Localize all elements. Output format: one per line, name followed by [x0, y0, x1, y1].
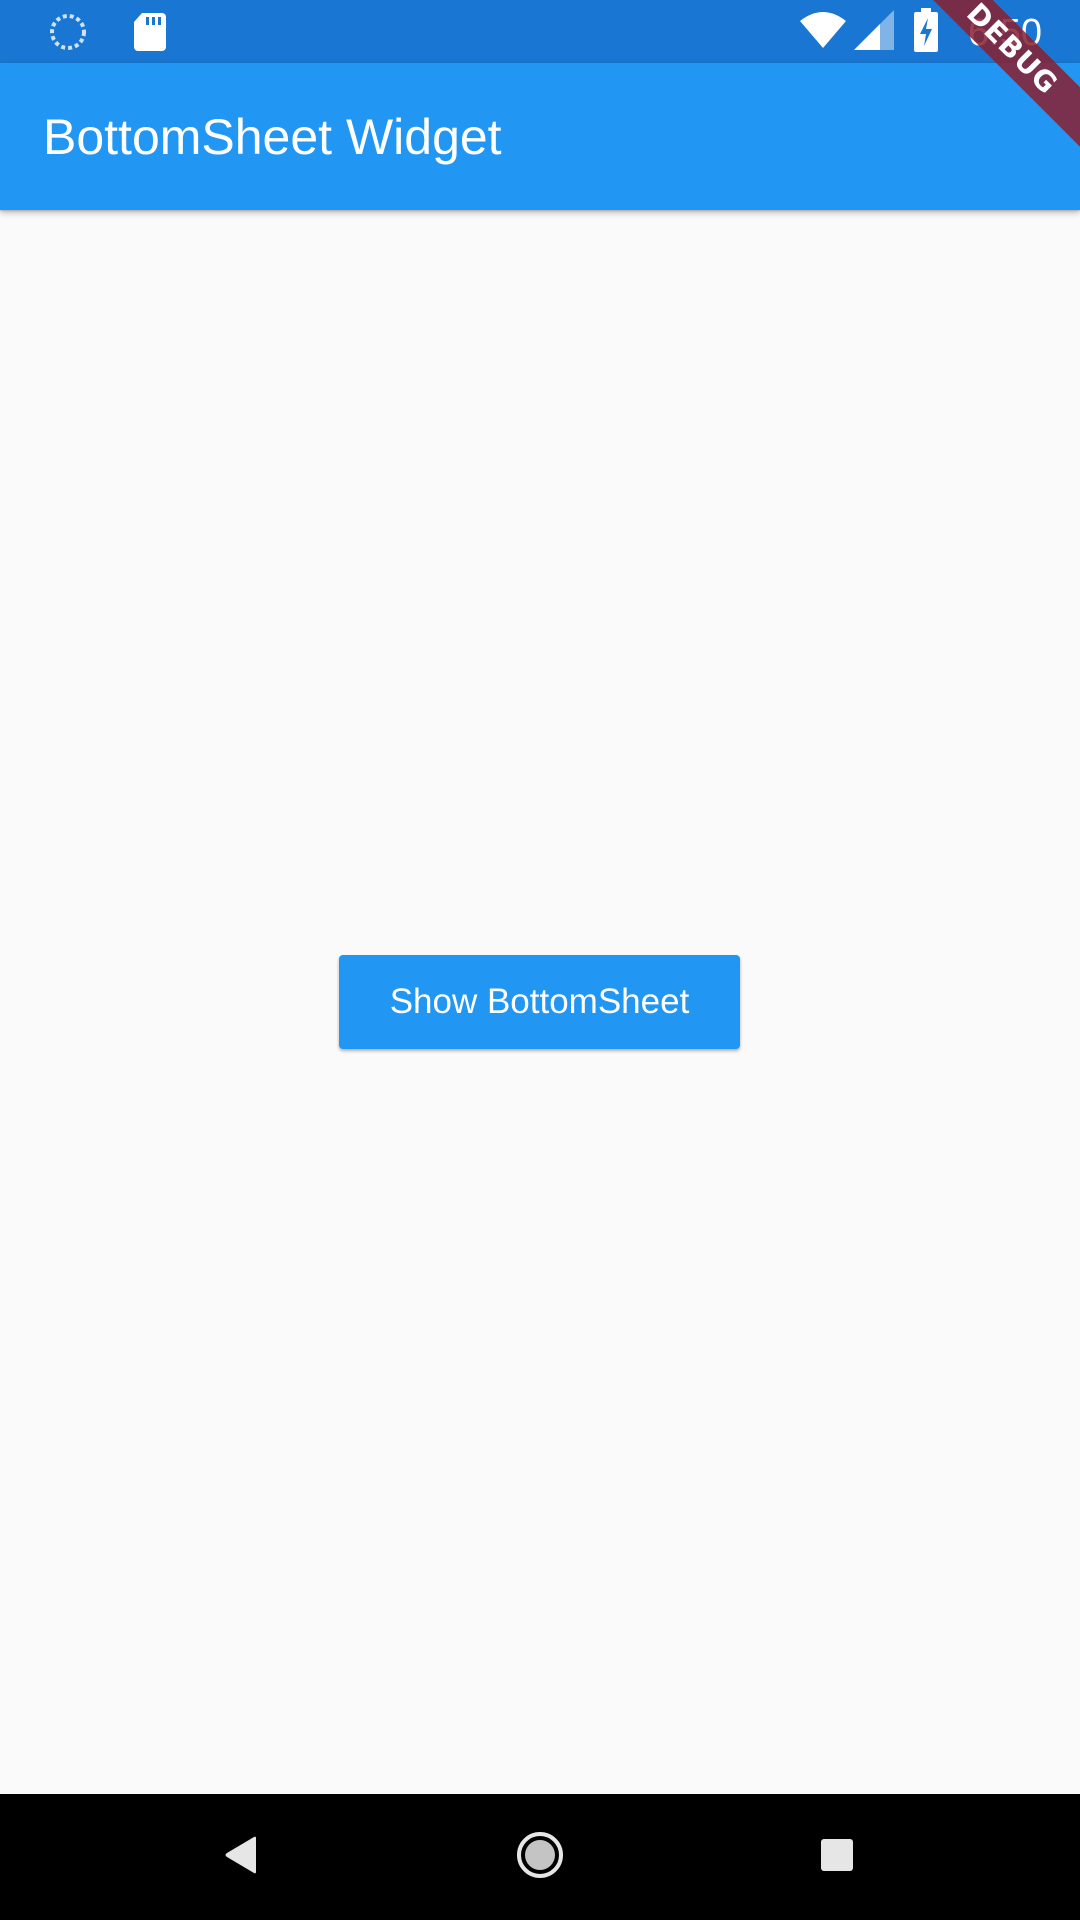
- home-button[interactable]: [440, 1794, 640, 1920]
- back-button[interactable]: [141, 1794, 341, 1920]
- page-title: BottomSheet Widget: [43, 109, 502, 165]
- wifi-icon: [800, 11, 847, 54]
- status-bar-left: [48, 12, 166, 57]
- app-bar: BottomSheet Widget: [0, 63, 1080, 210]
- show-bottomsheet-button[interactable]: Show BottomSheet: [339, 955, 740, 1049]
- screen: 6:50 BottomSheet Widget DEBUG Show Botto…: [0, 0, 1080, 1920]
- signal-icon: [854, 10, 895, 55]
- recents-button[interactable]: [737, 1794, 937, 1920]
- loading-icon: [48, 12, 88, 57]
- status-bar: 6:50: [0, 0, 1080, 63]
- sd-card-icon: [134, 13, 166, 56]
- battery-charging-icon: [914, 8, 939, 57]
- back-icon: [224, 1836, 258, 1879]
- main-content: Show BottomSheet: [0, 210, 1080, 1794]
- nav-bar: [0, 1794, 1080, 1920]
- home-icon: [516, 1831, 564, 1884]
- recents-icon: [821, 1838, 853, 1876]
